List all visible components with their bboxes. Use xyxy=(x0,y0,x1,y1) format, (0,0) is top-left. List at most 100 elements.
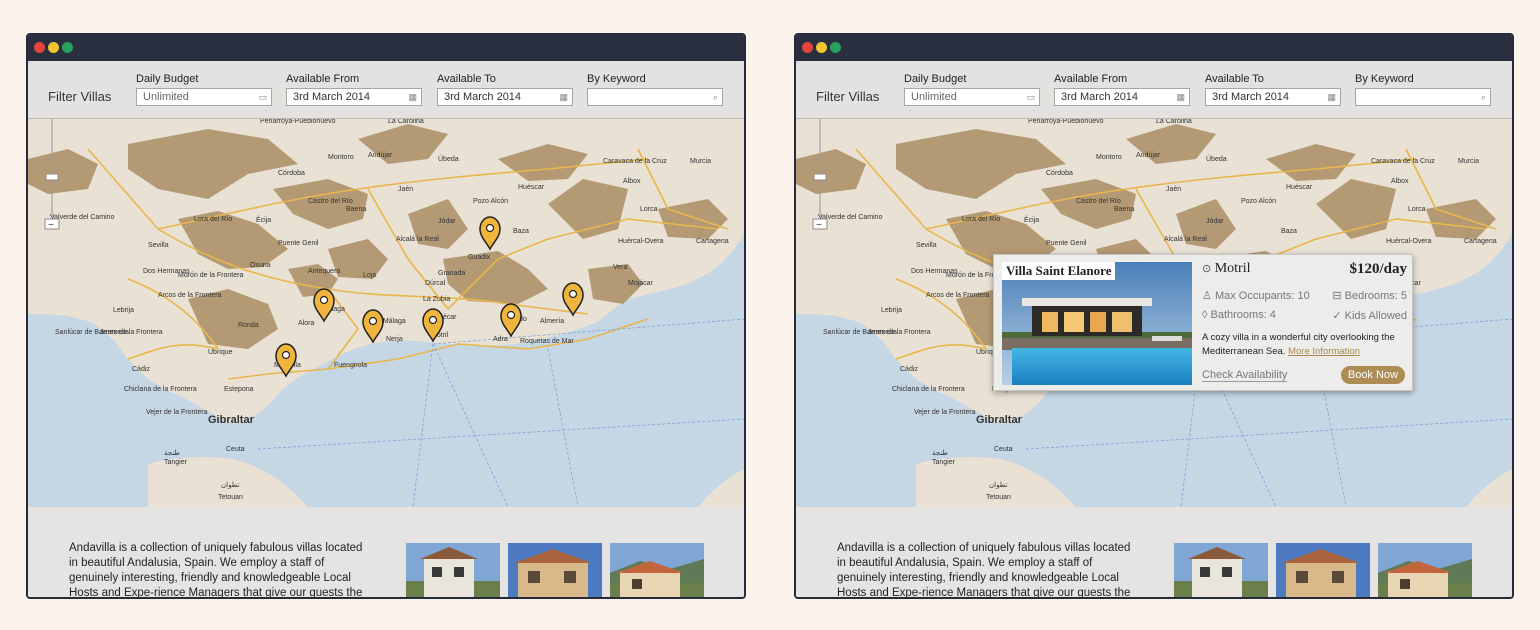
city-label: Ceuta xyxy=(226,446,245,453)
from-group: Available From 3rd March 2014 ▦ xyxy=(1054,73,1190,106)
city-label: Albox xyxy=(1391,178,1409,185)
from-date-input[interactable]: 3rd March 2014 ▦ xyxy=(1054,88,1190,106)
city-label: Roquetas de Mar xyxy=(520,338,574,345)
calendar-icon: ▦ xyxy=(1176,92,1185,102)
more-info-link[interactable]: More Information xyxy=(1288,346,1360,357)
city-label: Peñarroya-Pueblonuevo xyxy=(260,119,336,125)
city-label: تطوان xyxy=(221,481,239,489)
city-label: Tetouan xyxy=(218,494,243,501)
city-label: Lorca xyxy=(1408,206,1426,213)
maximize-dot[interactable] xyxy=(830,42,841,53)
city-label: Arcos de la Frontera xyxy=(158,292,222,299)
book-now-button[interactable]: Book Now xyxy=(1340,366,1405,384)
city-label: Lebrija xyxy=(113,307,134,314)
city-label: Vejer de la Frontera xyxy=(146,409,208,416)
city-label: Úbeda xyxy=(438,154,459,163)
keyword-input[interactable]: ⌕ xyxy=(1355,88,1491,106)
villa-thumbnail[interactable] xyxy=(610,543,704,597)
budget-input[interactable]: Unlimited ▭ xyxy=(904,88,1040,106)
zoom-handle[interactable] xyxy=(45,173,59,181)
city-label: Chiclana de la Frontera xyxy=(892,386,965,393)
city-label: Antequera xyxy=(308,268,340,275)
city-label: Pozo Alcón xyxy=(473,198,508,205)
maximize-dot[interactable] xyxy=(62,42,73,53)
zoom-out-label: − xyxy=(816,220,822,231)
city-label: Murcia xyxy=(1458,158,1479,165)
close-dot[interactable] xyxy=(802,42,813,53)
search-icon: ⌕ xyxy=(712,92,718,102)
city-label: Úbeda xyxy=(1206,154,1227,163)
window-titlebar xyxy=(796,35,1512,61)
city-label: Castro del Río xyxy=(1076,198,1121,205)
city-label: Ronda xyxy=(238,322,259,329)
intro-text: Andavilla is a collection of uniquely fa… xyxy=(69,542,363,599)
city-label: Caravaca de la Cruz xyxy=(1371,158,1435,165)
city-label: Córdoba xyxy=(1046,170,1073,177)
city-label: Nerja xyxy=(386,336,403,343)
keyword-input[interactable]: ⌕ xyxy=(587,88,723,106)
city-label: Cartagena xyxy=(696,238,729,245)
zoom-out-label: − xyxy=(48,220,54,231)
city-label: Ubrique xyxy=(208,349,233,356)
browser-window-right: Filter Villas Daily Budget Unlimited ▭ Av… xyxy=(794,33,1514,599)
from-date-input[interactable]: 3rd March 2014 ▦ xyxy=(286,88,422,106)
budget-group: Daily Budget Unlimited ▭ xyxy=(136,73,272,106)
city-label: Jaén xyxy=(1166,186,1181,193)
city-label: Alora xyxy=(298,320,314,327)
city-label: Jaén xyxy=(398,186,413,193)
to-group: Available To 3rd March 2014 ▦ xyxy=(437,73,573,106)
city-label: Cádiz xyxy=(132,366,150,373)
search-icon: ⌕ xyxy=(1480,92,1486,102)
budget-label: Daily Budget xyxy=(904,73,967,85)
filter-title: Filter Villas xyxy=(48,89,112,104)
check-availability-link[interactable]: Check Availability xyxy=(1202,369,1288,382)
keyword-label: By Keyword xyxy=(587,73,646,85)
max-occupants: ♙ Max Occupants: 10 xyxy=(1202,290,1310,302)
to-date-input[interactable]: 3rd March 2014 ▦ xyxy=(437,88,573,106)
city-label: Arcos de la Frontera xyxy=(926,292,990,299)
close-dot[interactable] xyxy=(34,42,45,53)
to-date-input[interactable]: 3rd March 2014 ▦ xyxy=(1205,88,1341,106)
city-label: Montoro xyxy=(328,154,354,161)
villa-thumbnail[interactable] xyxy=(1174,543,1268,597)
filter-bar: Filter Villas Daily Budget Unlimited ▭ Av… xyxy=(796,61,1512,119)
to-label: Available To xyxy=(437,73,496,85)
city-label: Huéscar xyxy=(1286,184,1313,191)
city-label: Baza xyxy=(513,228,529,235)
city-label: Vera xyxy=(613,264,628,271)
villa-map[interactable]: Peñarroya-Pueblonuevo La Carolina Montoro A… xyxy=(28,119,744,507)
minimize-dot[interactable] xyxy=(816,42,827,53)
villa-map[interactable]: Peñarroya-Pueblonuevo La Carolina Montoro A… xyxy=(796,119,1512,507)
bathrooms: ◊ Bathrooms: 4 xyxy=(1202,309,1276,321)
villa-thumbnail[interactable] xyxy=(508,543,602,597)
city-label: Ceuta xyxy=(994,446,1013,453)
city-label: Córdoba xyxy=(278,170,305,177)
city-label: Lebrija xyxy=(881,307,902,314)
zoom-handle[interactable] xyxy=(813,173,827,181)
from-label: Available From xyxy=(286,73,360,85)
from-label: Available From xyxy=(1054,73,1128,85)
minimize-dot[interactable] xyxy=(48,42,59,53)
villa-thumbnail[interactable] xyxy=(1276,543,1370,597)
budget-group: Daily Budget Unlimited ▭ xyxy=(904,73,1040,106)
villa-thumbnail[interactable] xyxy=(406,543,500,597)
city-label: Caravaca de la Cruz xyxy=(603,158,667,165)
city-label: Vejer de la Frontera xyxy=(914,409,976,416)
city-label: La Zubia xyxy=(423,296,450,303)
intro-text: Andavilla is a collection of uniquely fa… xyxy=(837,542,1131,599)
villa-price: $120/day xyxy=(1349,261,1407,277)
city-label: Tangier xyxy=(932,459,956,466)
intro-section: Andavilla is a collection of uniquely fa… xyxy=(796,507,1512,599)
villa-thumbnail[interactable] xyxy=(1378,543,1472,597)
city-label: La Carolina xyxy=(388,119,424,125)
city-label: Écija xyxy=(1024,215,1039,224)
city-label: Andújar xyxy=(368,152,393,159)
city-label: Écija xyxy=(256,215,271,224)
budget-input[interactable]: Unlimited ▭ xyxy=(136,88,272,106)
city-label: Jódar xyxy=(438,218,456,225)
city-label: طنجة xyxy=(932,449,948,457)
city-label: Huéscar xyxy=(518,184,545,191)
city-label: Morón de la Frontera xyxy=(178,272,243,279)
city-label: Sevilla xyxy=(148,242,169,249)
villa-name: Villa Saint Elanore xyxy=(1002,262,1116,280)
